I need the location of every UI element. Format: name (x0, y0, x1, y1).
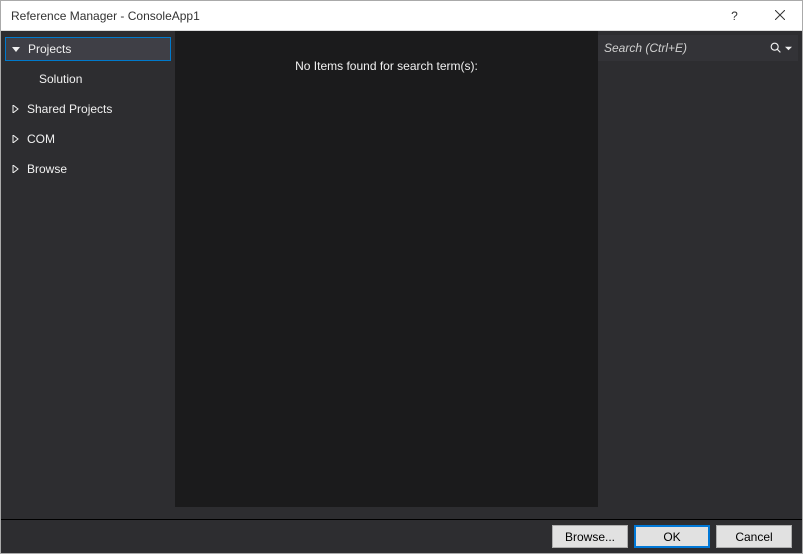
window-body: Projects Solution Shared Projects COM (1, 31, 802, 553)
footer: Browse... OK Cancel (1, 519, 802, 553)
search-icon[interactable] (763, 41, 783, 55)
sidebar: Projects Solution Shared Projects COM (1, 31, 175, 519)
sidebar-item-label: COM (27, 132, 55, 146)
dropdown-icon[interactable] (785, 41, 792, 55)
browse-button[interactable]: Browse... (552, 525, 628, 548)
main-panel: No Items found for search term(s): (175, 31, 802, 519)
sidebar-item-browse[interactable]: Browse (5, 157, 171, 181)
empty-message: No Items found for search term(s): (295, 59, 478, 507)
help-button[interactable]: ? (712, 1, 757, 31)
expand-right-icon (9, 133, 21, 145)
expand-down-icon (10, 43, 22, 55)
sidebar-item-label: Shared Projects (27, 102, 112, 116)
titlebar[interactable]: Reference Manager - ConsoleApp1 ? (1, 1, 802, 31)
sidebar-item-projects[interactable]: Projects (5, 37, 171, 61)
close-icon (775, 9, 785, 23)
ok-button[interactable]: OK (634, 525, 710, 548)
sidebar-item-label: Projects (28, 42, 71, 56)
search-bar[interactable] (598, 35, 798, 61)
expand-right-icon (9, 163, 21, 175)
reference-manager-window: Reference Manager - ConsoleApp1 ? Projec… (0, 0, 803, 554)
sidebar-item-label: Solution (39, 72, 82, 86)
sidebar-item-shared-projects[interactable]: Shared Projects (5, 97, 171, 121)
sidebar-item-label: Browse (27, 162, 67, 176)
main-area: Projects Solution Shared Projects COM (1, 31, 802, 519)
sidebar-item-com[interactable]: COM (5, 127, 171, 151)
help-icon: ? (731, 9, 738, 23)
content-area: No Items found for search term(s): (175, 31, 598, 507)
expand-right-icon (9, 103, 21, 115)
cancel-button[interactable]: Cancel (716, 525, 792, 548)
window-title: Reference Manager - ConsoleApp1 (11, 9, 712, 23)
search-input[interactable] (604, 41, 763, 55)
close-button[interactable] (757, 1, 802, 31)
sidebar-item-solution[interactable]: Solution (5, 67, 171, 91)
